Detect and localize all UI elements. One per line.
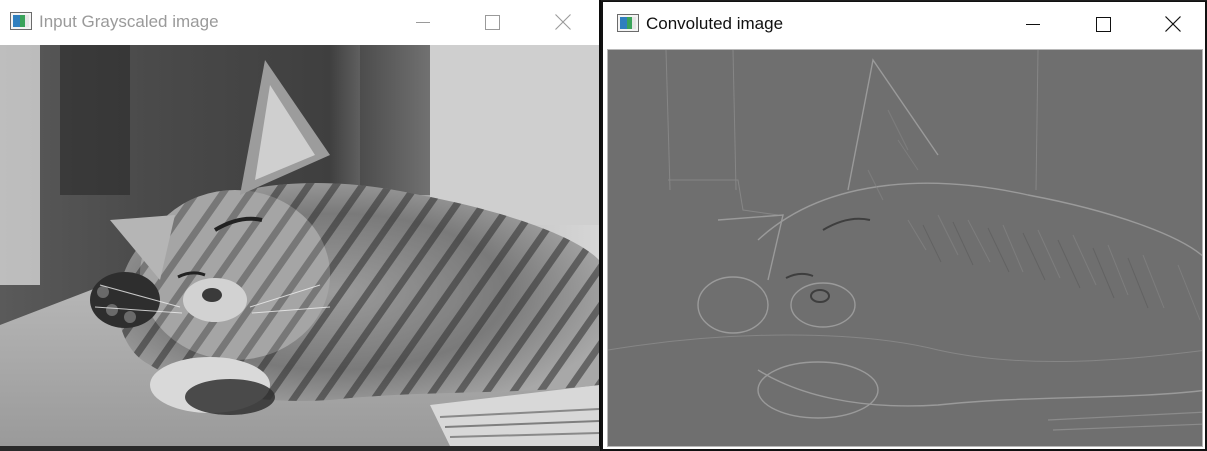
convoluted-image-canvas <box>607 49 1203 447</box>
maximize-icon <box>1095 16 1111 32</box>
maximize-button[interactable] <box>1080 2 1126 46</box>
grayscale-kitten-image <box>0 45 599 446</box>
desktop-strip <box>0 446 600 451</box>
titlebar[interactable]: Input Grayscaled image <box>0 0 599 44</box>
input-image-window[interactable]: Input Grayscaled image <box>0 0 599 446</box>
maximize-icon <box>484 14 500 30</box>
close-button[interactable] <box>1150 2 1196 46</box>
window-title: Input Grayscaled image <box>39 12 219 31</box>
minimize-icon <box>1026 24 1040 25</box>
close-icon <box>555 14 571 30</box>
window-title: Convoluted image <box>646 14 784 33</box>
opencv-window-icon <box>617 14 639 32</box>
close-button[interactable] <box>540 0 586 44</box>
close-icon <box>1165 16 1181 32</box>
titlebar[interactable]: Convoluted image <box>603 2 1205 46</box>
minimize-button[interactable] <box>1010 2 1056 46</box>
minimize-icon <box>416 22 430 23</box>
edge-filtered-kitten-image <box>608 50 1202 446</box>
opencv-window-icon <box>10 12 32 30</box>
minimize-button[interactable] <box>400 0 446 44</box>
convoluted-image-window[interactable]: Convoluted image <box>601 1 1207 451</box>
grayscale-image-canvas <box>0 45 599 446</box>
maximize-button[interactable] <box>469 0 515 44</box>
